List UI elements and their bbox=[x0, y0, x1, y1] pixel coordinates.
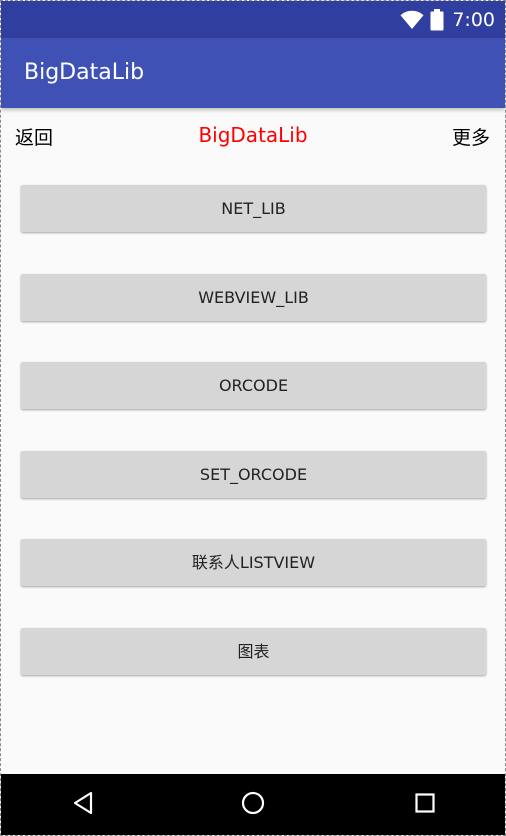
chart-button[interactable]: 图表 bbox=[21, 627, 486, 675]
phone-screen: 7:00 BigDataLib 返回 BigDataLib 更多 NET_LIB… bbox=[0, 0, 506, 836]
recents-square-icon bbox=[414, 792, 436, 818]
app-title: BigDataLib bbox=[24, 60, 145, 85]
home-circle-icon bbox=[240, 790, 266, 820]
system-back-button[interactable] bbox=[53, 774, 113, 835]
contacts-listview-button[interactable]: 联系人LISTVIEW bbox=[21, 539, 486, 586]
title-row: 返回 BigDataLib 更多 bbox=[1, 109, 505, 165]
net-lib-button[interactable]: NET_LIB bbox=[21, 185, 486, 232]
app-bar: BigDataLib bbox=[1, 38, 505, 108]
more-link[interactable]: 更多 bbox=[452, 123, 490, 150]
set-orcode-button[interactable]: SET_ORCODE bbox=[21, 450, 486, 498]
battery-icon bbox=[430, 8, 444, 31]
orcode-button[interactable]: ORCODE bbox=[21, 362, 486, 409]
system-recents-button[interactable] bbox=[395, 774, 455, 835]
back-triangle-icon bbox=[72, 791, 94, 819]
system-home-button[interactable] bbox=[223, 774, 283, 835]
page-title: BigDataLib bbox=[198, 123, 308, 147]
button-list: NET_LIB WEBVIEW_LIB ORCODE SET_ORCODE 联系… bbox=[21, 185, 486, 716]
wifi-icon bbox=[400, 10, 424, 30]
status-icons: 7:00 bbox=[400, 1, 495, 38]
status-bar: 7:00 bbox=[1, 1, 505, 38]
system-navigation-bar bbox=[1, 774, 505, 835]
status-time: 7:00 bbox=[452, 8, 495, 31]
webview-lib-button[interactable]: WEBVIEW_LIB bbox=[21, 273, 486, 321]
